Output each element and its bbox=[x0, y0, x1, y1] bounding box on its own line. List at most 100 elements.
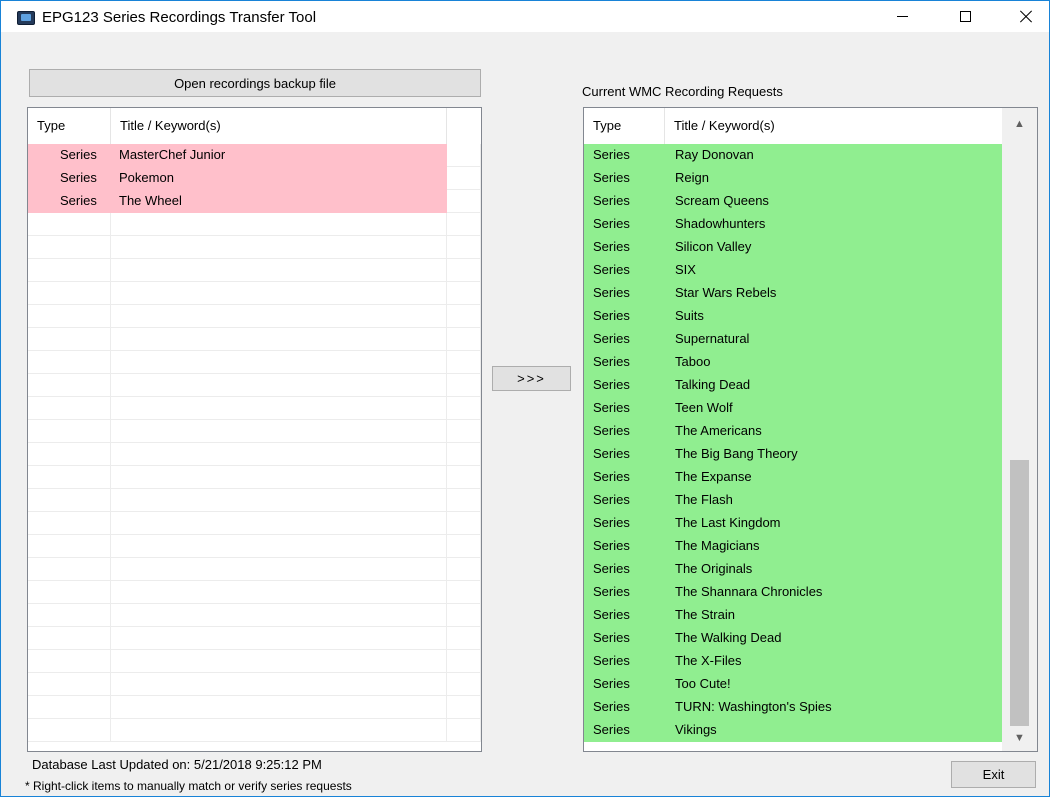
row-spacer bbox=[447, 351, 481, 374]
exit-button[interactable]: Exit bbox=[951, 761, 1036, 788]
transfer-button[interactable]: >>> bbox=[492, 366, 571, 391]
row-spacer bbox=[447, 696, 481, 719]
row-title: Silicon Valley bbox=[665, 236, 1002, 259]
row-title: The Big Bang Theory bbox=[665, 443, 1002, 466]
row-title: The Expanse bbox=[665, 466, 1002, 489]
row-type: Series bbox=[584, 719, 665, 742]
row-spacer bbox=[447, 397, 481, 420]
row-title bbox=[111, 420, 447, 443]
minimize-icon bbox=[896, 16, 908, 17]
column-header-type[interactable]: Type bbox=[28, 108, 111, 144]
row-spacer bbox=[447, 673, 481, 696]
row-title bbox=[111, 351, 447, 374]
row-type: Series bbox=[584, 420, 665, 443]
row-title bbox=[111, 443, 447, 466]
row-type: Series bbox=[28, 167, 111, 190]
row-spacer bbox=[447, 558, 481, 581]
row-title: SIX bbox=[665, 259, 1002, 282]
current-requests-label: Current WMC Recording Requests bbox=[582, 84, 783, 99]
chevron-down-icon[interactable]: ▼ bbox=[1002, 728, 1037, 748]
tv-window-icon bbox=[17, 11, 35, 25]
row-title bbox=[111, 466, 447, 489]
row-title: The Last Kingdom bbox=[665, 512, 1002, 535]
row-type bbox=[28, 420, 111, 443]
row-type bbox=[28, 236, 111, 259]
chevron-up-icon[interactable]: ▲ bbox=[1002, 114, 1037, 134]
row-type bbox=[28, 489, 111, 512]
row-title: The Magicians bbox=[665, 535, 1002, 558]
row-title: The Flash bbox=[665, 489, 1002, 512]
row-type: Series bbox=[584, 236, 665, 259]
row-type: Series bbox=[584, 489, 665, 512]
wmc-requests-list[interactable]: Type Title / Keyword(s) Series Ray Donova… bbox=[583, 107, 1038, 752]
row-title: Star Wars Rebels bbox=[665, 282, 1002, 305]
row-spacer bbox=[447, 604, 481, 627]
row-type: Series bbox=[584, 259, 665, 282]
row-type: Series bbox=[584, 627, 665, 650]
row-title: Talking Dead bbox=[665, 374, 1002, 397]
row-type: Series bbox=[584, 305, 665, 328]
row-spacer bbox=[447, 282, 481, 305]
minimize-button[interactable] bbox=[879, 1, 925, 32]
vertical-scrollbar[interactable]: ▲ ▼ bbox=[1002, 108, 1037, 751]
row-spacer bbox=[447, 489, 481, 512]
row-type: Series bbox=[584, 374, 665, 397]
row-spacer bbox=[447, 420, 481, 443]
row-title: The Wheel bbox=[111, 190, 447, 213]
row-title: Vikings bbox=[665, 719, 1002, 742]
row-type bbox=[28, 213, 111, 236]
row-title bbox=[111, 558, 447, 581]
row-type bbox=[28, 305, 111, 328]
row-title bbox=[111, 328, 447, 351]
row-type: Series bbox=[584, 604, 665, 627]
row-title: The Shannara Chronicles bbox=[665, 581, 1002, 604]
row-type bbox=[28, 512, 111, 535]
scrollbar-thumb[interactable] bbox=[1010, 460, 1029, 726]
row-title: Supernatural bbox=[665, 328, 1002, 351]
row-type bbox=[28, 259, 111, 282]
row-type: Series bbox=[584, 397, 665, 420]
open-backup-file-button[interactable]: Open recordings backup file bbox=[29, 69, 481, 97]
row-type bbox=[28, 466, 111, 489]
row-spacer bbox=[447, 512, 481, 535]
row-type bbox=[28, 351, 111, 374]
row-title: Too Cute! bbox=[665, 673, 1002, 696]
row-type: Series bbox=[584, 167, 665, 190]
row-spacer bbox=[447, 719, 481, 742]
backup-recordings-list[interactable]: Type Title / Keyword(s) Series MasterChef… bbox=[27, 107, 482, 752]
row-spacer bbox=[447, 259, 481, 282]
row-spacer bbox=[447, 190, 481, 213]
database-updated-status: Database Last Updated on: 5/21/2018 9:25… bbox=[32, 757, 322, 772]
column-header-title[interactable]: Title / Keyword(s) bbox=[111, 108, 447, 144]
row-type bbox=[28, 328, 111, 351]
row-type bbox=[28, 719, 111, 742]
row-type bbox=[28, 397, 111, 420]
row-spacer bbox=[447, 167, 481, 190]
row-title: Reign bbox=[665, 167, 1002, 190]
row-title: Suits bbox=[665, 305, 1002, 328]
row-title bbox=[111, 305, 447, 328]
row-title bbox=[111, 397, 447, 420]
close-icon bbox=[1019, 10, 1033, 24]
row-type: Series bbox=[584, 581, 665, 604]
row-title bbox=[111, 259, 447, 282]
row-title: Taboo bbox=[665, 351, 1002, 374]
title-bar[interactable]: EPG123 Series Recordings Transfer Tool bbox=[1, 1, 1049, 32]
row-spacer bbox=[447, 374, 481, 397]
row-title bbox=[111, 604, 447, 627]
row-title bbox=[111, 627, 447, 650]
row-type: Series bbox=[28, 190, 111, 213]
column-header-title[interactable]: Title / Keyword(s) bbox=[665, 108, 1002, 144]
window-title: EPG123 Series Recordings Transfer Tool bbox=[42, 9, 317, 26]
close-button[interactable] bbox=[1003, 1, 1049, 32]
row-title: Teen Wolf bbox=[665, 397, 1002, 420]
column-header-type[interactable]: Type bbox=[584, 108, 665, 144]
row-type: Series bbox=[584, 144, 665, 167]
row-type bbox=[28, 282, 111, 305]
row-type: Series bbox=[28, 144, 111, 167]
maximize-button[interactable] bbox=[942, 1, 988, 32]
row-spacer bbox=[447, 627, 481, 650]
row-type: Series bbox=[584, 673, 665, 696]
row-spacer bbox=[447, 650, 481, 673]
row-type: Series bbox=[584, 696, 665, 719]
